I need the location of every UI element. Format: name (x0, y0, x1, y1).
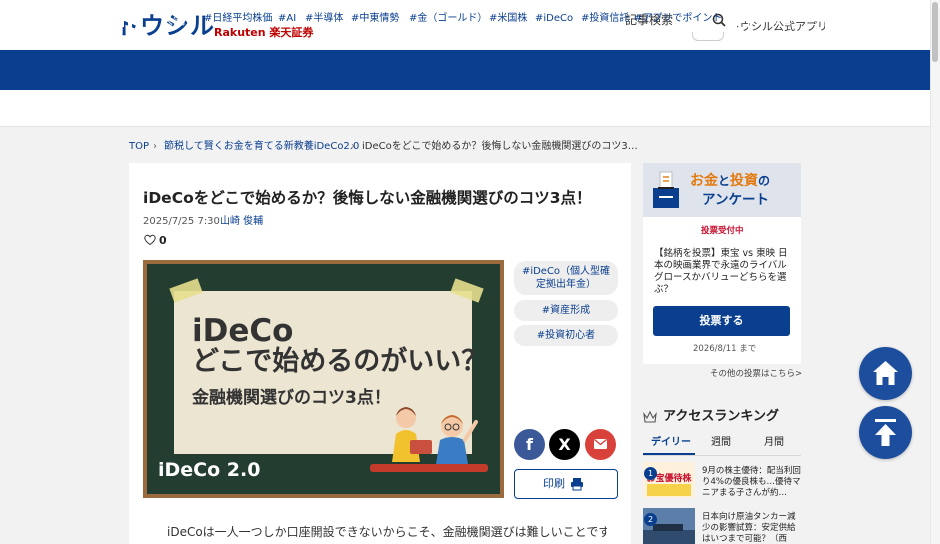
page-scrollbar[interactable] (930, 0, 940, 544)
survey-title-line2: アンケート (702, 192, 769, 208)
trending-tag[interactable]: #米国株 (489, 13, 527, 25)
article-tag[interactable]: #iDeCo（個人型確定拠出年金） (514, 261, 618, 295)
menu-icon[interactable] (805, 15, 817, 25)
ranking-item-title[interactable]: 日本向け原油タンカー減少の影響試算：安定供給はいつまで可能？（西勇… (702, 512, 802, 544)
trending-tag[interactable]: #アプリでポイント (634, 13, 722, 25)
tab-weekly[interactable]: 週間 (711, 437, 731, 449)
breadcrumb-chevron-icon: › (153, 141, 157, 152)
breadcrumb-top[interactable]: TOP (129, 141, 149, 153)
vote-button[interactable]: 投票する (653, 306, 790, 336)
print-icon (571, 478, 583, 491)
trending-tags-bar (0, 90, 930, 127)
main-nav (0, 50, 930, 90)
trending-tag[interactable]: #金（ゴールド） (409, 13, 487, 25)
article-author[interactable]: 山崎 俊輔 (220, 216, 263, 228)
hero-caption: 金融機関選びのコツ3点！ (192, 388, 391, 408)
heart-icon[interactable] (144, 234, 156, 246)
ranking-item-title[interactable]: 9月の株主優待：配当利回り4%の優良株も…優待マニアまる子さんが約… (702, 466, 802, 499)
like-count: 0 (159, 234, 167, 247)
article-date: 2025/7/25 7:30 (143, 216, 220, 227)
survey-title: お金と投資の (690, 173, 771, 189)
rakuten-logo[interactable]: Rakuten 楽天証券 (214, 27, 313, 39)
ranking-divider (643, 455, 801, 456)
back-to-top-button[interactable] (859, 406, 912, 459)
trending-tag[interactable]: #iDeCo (535, 13, 573, 25)
facebook-icon: f (526, 435, 533, 454)
other-surveys-link[interactable]: その他の投票はこちら> (710, 369, 802, 379)
home-fab-button[interactable] (859, 347, 912, 400)
article-body: iDeCoは一人一つしか口座開設できないからこそ、金融機関選びは難しいことです。… (167, 525, 607, 539)
rank-number: 2 (644, 513, 657, 526)
trending-tag[interactable]: #投資信託 (581, 13, 629, 25)
breadcrumb-parent[interactable]: 節税して賢くお金を育てる新教養iDeCo2.0 (164, 141, 359, 153)
trending-tag[interactable]: #AI (278, 13, 296, 25)
tab-daily[interactable]: デイリー (651, 437, 691, 449)
article-title: iDeCoをどこで始めるか？後悔しない金融機関選びのコツ3点！ (143, 189, 592, 207)
print-button[interactable]: 印刷 (514, 469, 618, 499)
ranking-title: アクセスランキング (663, 409, 779, 424)
survey-question[interactable]: 【銘柄を投票】東宝 vs 東映 日本の映画業界で永遠のライバル グロースかバリュ… (654, 248, 796, 296)
breadcrumb-current: iDeCoをどこで始めるか？後悔しない金融機関選びのコツ3… (362, 141, 638, 152)
trending-tag[interactable]: #中東情勢 (351, 13, 399, 25)
mail-icon (594, 438, 607, 449)
trending-tag[interactable]: #日経平均株価 (204, 13, 272, 25)
survey-status-badge: 投票受付中 (701, 226, 744, 236)
nav-item-popular[interactable]: 人気 (161, 12, 185, 28)
survey-deadline: 2026/8/11 まで (693, 344, 757, 354)
article-tag[interactable]: #資産形成 (514, 300, 618, 321)
x-icon: X (558, 435, 571, 454)
crown-icon (643, 410, 657, 423)
home-icon (873, 361, 898, 385)
active-tab-indicator (643, 453, 695, 455)
ballot-box-icon (653, 171, 679, 208)
breadcrumb-chevron-icon: › (351, 141, 355, 152)
hero-series-logo: iDeCo 2.0 (158, 459, 261, 481)
back-to-top-icon (875, 419, 896, 446)
home-icon[interactable] (117, 10, 135, 28)
x-share-button[interactable]: X (549, 429, 580, 460)
hero-illustration (370, 407, 488, 472)
scrollbar-thumb[interactable] (932, 2, 938, 62)
article-tag[interactable]: #投資初心者 (514, 325, 618, 346)
rank-number: 1 (644, 467, 657, 480)
tab-monthly[interactable]: 月間 (764, 437, 784, 449)
trending-tag[interactable]: #半導体 (305, 13, 343, 25)
hero-heading: iDeCo (192, 313, 294, 349)
facebook-share-button[interactable]: f (514, 429, 545, 460)
hero-subheading: どこで始めるのがいい？ (192, 346, 489, 377)
mail-share-button[interactable] (585, 429, 616, 460)
